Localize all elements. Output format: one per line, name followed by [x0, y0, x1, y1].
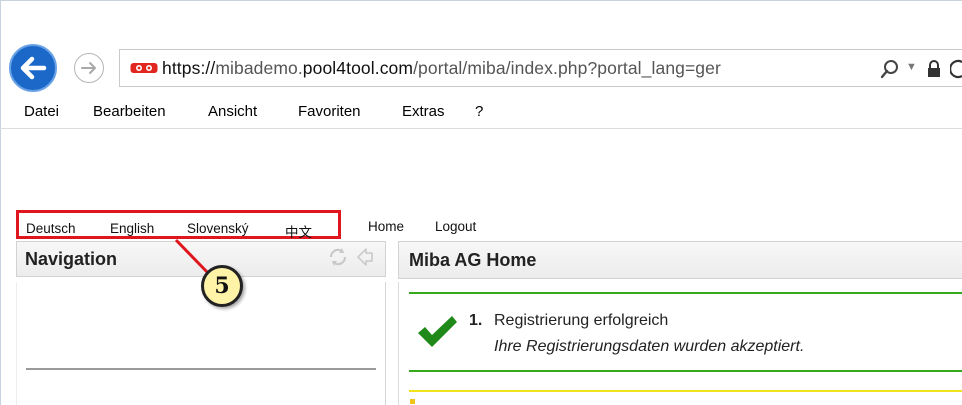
language-link-deutsch[interactable]: Deutsch	[26, 221, 76, 236]
message-subtitle: Ihre Registrierungsdaten wurden akzeptie…	[494, 338, 805, 355]
url-domain: pool4tool.com	[302, 58, 414, 78]
url-protocol: https://	[162, 58, 216, 78]
collapse-arrow-icon[interactable]	[355, 246, 375, 268]
language-link-english[interactable]: English	[110, 221, 154, 236]
window-top-edge	[0, 0, 962, 1]
menu-item-bearbeiten[interactable]: Bearbeiten	[93, 103, 166, 120]
menu-item-datei[interactable]: Datei	[24, 103, 59, 120]
message-number: 1.	[469, 312, 483, 329]
url-text: https://mibademo.pool4tool.com/portal/mi…	[162, 58, 721, 79]
language-selector-highlight: Deutsch English Slovenský 中文	[16, 210, 341, 241]
menu-item-favoriten[interactable]: Favoriten	[298, 103, 361, 120]
language-link-slovensky[interactable]: Slovenský	[187, 221, 249, 236]
site-favicon-icon	[130, 63, 158, 73]
menu-item-extras[interactable]: Extras	[402, 103, 445, 120]
sync-icon[interactable]	[326, 246, 350, 268]
arrow-left-icon	[20, 56, 47, 80]
menu-item-ansicht[interactable]: Ansicht	[208, 103, 257, 120]
warning-message-box	[409, 390, 962, 405]
main-header: Miba AG Home	[398, 241, 962, 279]
home-link[interactable]: Home	[368, 219, 404, 234]
menu-item-help[interactable]: ?	[475, 103, 483, 120]
search-dropdown-caret-icon[interactable]: ▼	[906, 61, 917, 73]
language-link-chinese[interactable]: 中文	[285, 221, 312, 241]
message-title: Registrierung erfolgreich	[494, 312, 669, 329]
back-button[interactable]	[9, 44, 57, 92]
refresh-icon[interactable]	[950, 58, 962, 80]
menu-bar: Datei Bearbeiten Ansicht Favoriten Extra…	[0, 96, 962, 129]
checkmark-icon	[418, 316, 457, 347]
navigation-title: Navigation	[25, 249, 118, 269]
main-title: Miba AG Home	[409, 250, 537, 270]
navigation-panel	[16, 282, 386, 405]
success-message-box	[409, 292, 962, 372]
logout-link[interactable]: Logout	[435, 219, 476, 234]
navigation-header: Navigation	[16, 241, 386, 277]
warning-icon	[410, 399, 415, 404]
navigation-divider	[26, 368, 376, 370]
search-icon[interactable]	[880, 59, 900, 79]
window-left-edge	[0, 0, 1, 405]
address-bar[interactable]: https://mibademo.pool4tool.com/portal/mi…	[119, 49, 962, 87]
lock-icon[interactable]	[926, 60, 942, 78]
arrow-right-icon	[81, 62, 96, 74]
url-subdomain: mibademo.	[215, 58, 303, 78]
forward-button[interactable]	[74, 53, 104, 83]
callout-badge: 5	[201, 265, 243, 307]
url-path: /portal/miba/index.php?portal_lang=ger	[413, 58, 721, 78]
